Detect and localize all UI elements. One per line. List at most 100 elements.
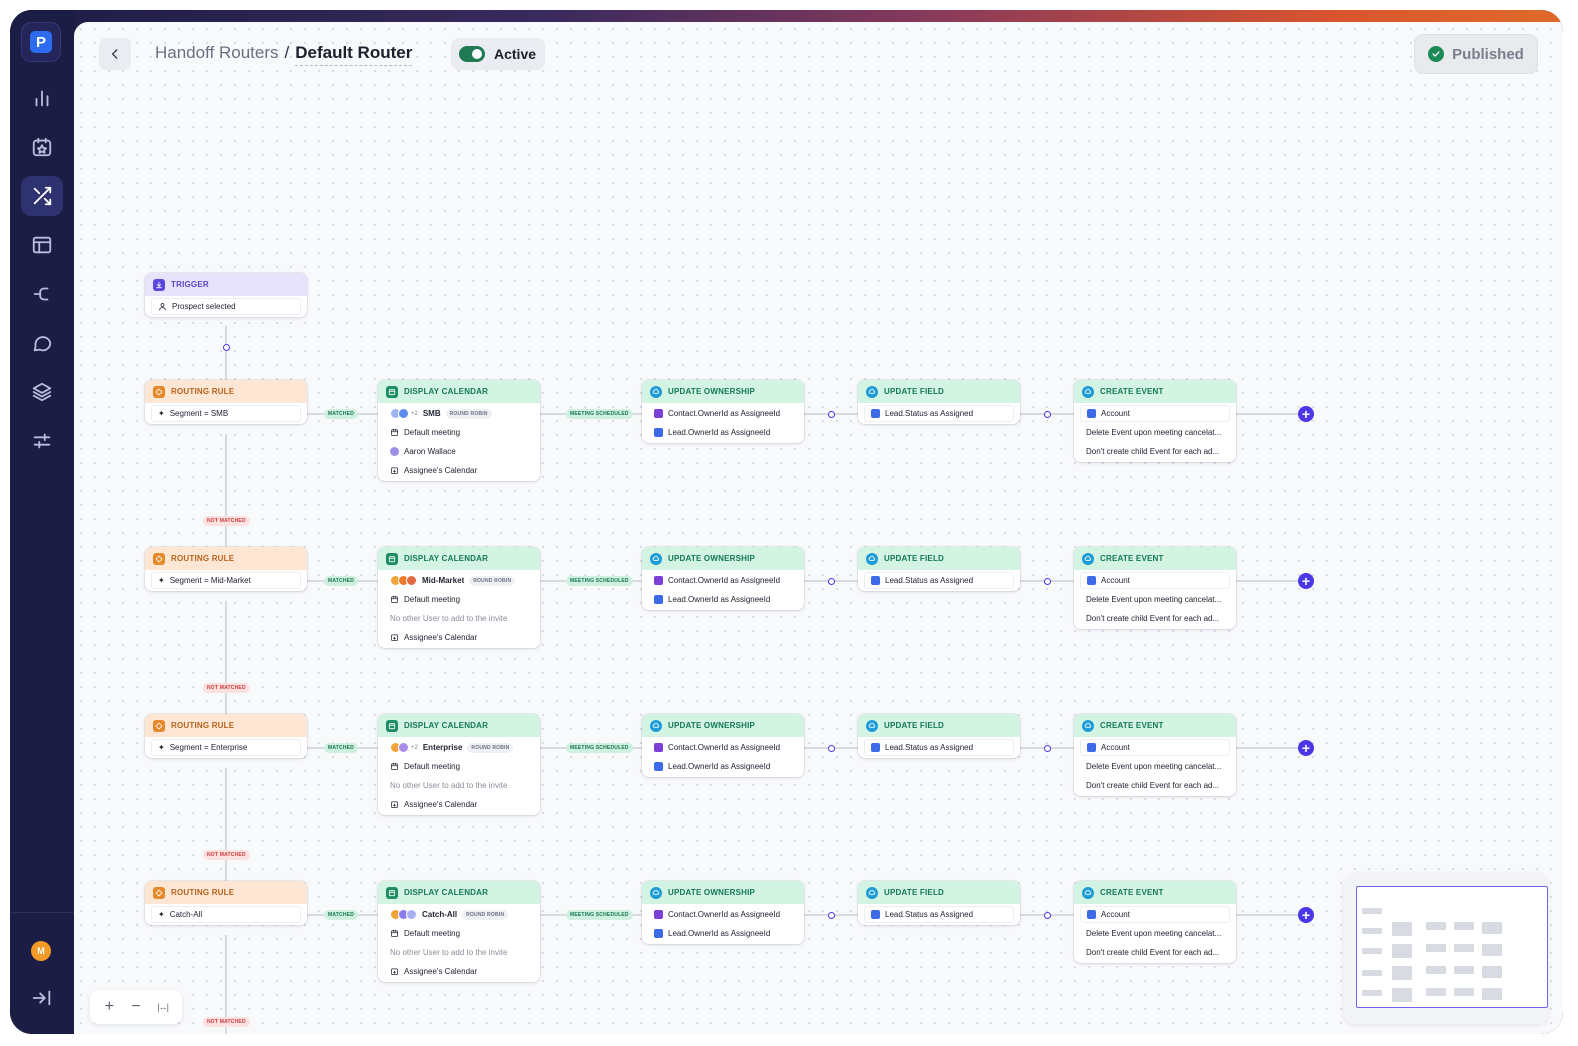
connector-handle[interactable] [222, 343, 230, 351]
display-calendar-node[interactable]: DISPLAY CALENDAR Catch-All ROUND ROBIN Defa… [378, 881, 540, 982]
create-event-node[interactable]: CREATE EVENT Account Delete Event upon mee… [1074, 881, 1236, 963]
rule-icon [153, 385, 165, 398]
minimap-node [1454, 922, 1474, 930]
child-event-option-text: Don't create child Event for each ad... [1086, 447, 1220, 456]
minimap-node [1426, 988, 1446, 996]
connector-handle[interactable] [1043, 744, 1051, 752]
trigger-node-title: TRIGGER [171, 280, 209, 289]
trigger-node[interactable]: TRIGGER Prospect selected [145, 273, 307, 317]
update-field-node-header: UPDATE FIELD [858, 547, 1020, 570]
update-field-node[interactable]: UPDATE FIELD Lead.Status as Assigned [858, 714, 1020, 758]
routing-rule-node[interactable]: ROUTING RULE ✦ Segment = Enterprise [145, 714, 307, 758]
create-event-node[interactable]: CREATE EVENT Account Delete Event upon mee… [1074, 714, 1236, 796]
update-ownership-node[interactable]: UPDATE OWNERSHIP Contact.OwnerId as Assig… [642, 547, 804, 610]
default-meeting-text: Default meeting [404, 762, 461, 771]
update-field-node-title: UPDATE FIELD [884, 888, 945, 897]
zoom-in-button[interactable]: + [98, 998, 120, 1016]
event-account: Account [1080, 739, 1230, 756]
nav-integrations[interactable] [21, 274, 63, 314]
contact-object-icon [654, 743, 663, 752]
child-event-option: Don't create child Event for each ad... [1080, 610, 1230, 627]
add-step-button[interactable]: + [1298, 740, 1314, 756]
create-event-node[interactable]: CREATE EVENT Account Delete Event upon mee… [1074, 380, 1236, 462]
update-ownership-node[interactable]: UPDATE OWNERSHIP Contact.OwnerId as Assig… [642, 881, 804, 944]
routing-rule-node-title: ROUTING RULE [171, 387, 235, 396]
create-event-node-header: CREATE EVENT [1074, 547, 1236, 570]
add-step-button[interactable]: + [1298, 406, 1314, 422]
display-calendar-node[interactable]: DISPLAY CALENDAR Mid-Market ROUND ROBIN Def… [378, 547, 540, 648]
update-ownership-node[interactable]: UPDATE OWNERSHIP Contact.OwnerId as Assig… [642, 380, 804, 443]
add-step-button[interactable]: + [1298, 907, 1314, 923]
connector-handle[interactable] [827, 410, 835, 418]
zoom-out-button[interactable]: − [125, 998, 147, 1016]
connector-handle[interactable] [827, 577, 835, 585]
create-event-node[interactable]: CREATE EVENT Account Delete Event upon mee… [1074, 547, 1236, 629]
connector-handle[interactable] [827, 744, 835, 752]
meeting-scheduled-badge: MEETING SCHEDULED [566, 576, 633, 586]
update-ownership-node-title: UPDATE OWNERSHIP [668, 387, 756, 396]
connector-handle[interactable] [827, 911, 835, 919]
add-step-button[interactable]: + [1298, 573, 1314, 589]
contact-object-icon [654, 409, 663, 418]
nav-chat[interactable] [21, 323, 63, 363]
routing-rule-node[interactable]: ROUTING RULE ✦ Segment = SMB [145, 380, 307, 424]
update-field-node[interactable]: UPDATE FIELD Lead.Status as Assigned [858, 380, 1020, 424]
sf-icon [1082, 552, 1094, 565]
update-ownership-node[interactable]: UPDATE OWNERSHIP Contact.OwnerId as Assig… [642, 714, 804, 777]
collapse-sidebar-button[interactable] [21, 978, 63, 1018]
nav-layers[interactable] [21, 372, 63, 412]
update-field-node[interactable]: UPDATE FIELD Lead.Status as Assigned [858, 547, 1020, 591]
app-logo[interactable]: P [21, 22, 61, 62]
nav-analytics[interactable] [21, 78, 63, 118]
connector-handle[interactable] [1043, 577, 1051, 585]
routing-rule-node[interactable]: ROUTING RULE ✦ Catch-All [145, 881, 307, 925]
sidebar: P M [10, 10, 74, 1034]
routing-rule-node-title: ROUTING RULE [171, 888, 235, 897]
trigger-icon [153, 278, 165, 291]
default-meeting-text: Default meeting [404, 428, 461, 437]
update-ownership-node-header: UPDATE OWNERSHIP [642, 714, 804, 737]
rule-icon [153, 886, 165, 899]
assignee-avatar [398, 408, 409, 419]
minimap-node [1392, 922, 1412, 936]
event-account: Account [1080, 906, 1230, 923]
minimap-viewport[interactable] [1356, 886, 1548, 1008]
logo-letter: P [30, 31, 52, 53]
lead-object-icon [654, 762, 663, 771]
calendar-sync-icon [390, 633, 399, 642]
routing-rule-value-text: Segment = SMB [169, 409, 229, 418]
minimap-node [1482, 922, 1502, 934]
routing-rule-node-header: ROUTING RULE [145, 547, 307, 570]
connector-handle[interactable] [1043, 911, 1051, 919]
display-calendar-node-title: DISPLAY CALENDAR [404, 721, 489, 730]
connector-handle[interactable] [1043, 410, 1051, 418]
assignee-avatar [406, 909, 417, 920]
child-event-option-text: Don't create child Event for each ad... [1086, 614, 1220, 623]
fit-view-button[interactable]: |↔| [152, 1002, 174, 1012]
update-field-node[interactable]: UPDATE FIELD Lead.Status as Assigned [858, 881, 1020, 925]
calendar-icon [390, 762, 399, 771]
lead-object-icon [871, 910, 880, 919]
display-calendar-node-header: DISPLAY CALENDAR [378, 547, 540, 570]
nav-forms[interactable] [21, 225, 63, 265]
cal-icon [386, 552, 398, 565]
extra-assignees-count: +2 [411, 744, 418, 751]
calendar-star-icon [32, 137, 52, 157]
calendar-name-text: Catch-All [422, 910, 458, 919]
routing-rule-node[interactable]: ROUTING RULE ✦ Segment = Mid-Market [145, 547, 307, 591]
routing-rule-node-header: ROUTING RULE [145, 714, 307, 737]
zoom-controls: + − |↔| [90, 990, 182, 1024]
lead-owner-mapping: Lead.OwnerId as AssigneeId [648, 925, 798, 942]
update-field-node-title: UPDATE FIELD [884, 721, 945, 730]
display-calendar-node[interactable]: DISPLAY CALENDAR +2 Enterprise ROUND ROBIN D… [378, 714, 540, 815]
nav-settings[interactable] [21, 421, 63, 461]
user-avatar[interactable]: M [31, 941, 51, 961]
nav-routers[interactable] [21, 176, 63, 216]
layers-icon [32, 382, 52, 402]
nav-meetings[interactable] [21, 127, 63, 167]
display-calendar-node[interactable]: DISPLAY CALENDAR +2 SMB ROUND ROBIN Default … [378, 380, 540, 481]
minimap[interactable] [1344, 874, 1548, 1024]
lead-status-mapping: Lead.Status as Assigned [864, 405, 1014, 422]
assignees-calendar: Assignee's Calendar [384, 462, 534, 479]
calendar-icon [390, 929, 399, 938]
